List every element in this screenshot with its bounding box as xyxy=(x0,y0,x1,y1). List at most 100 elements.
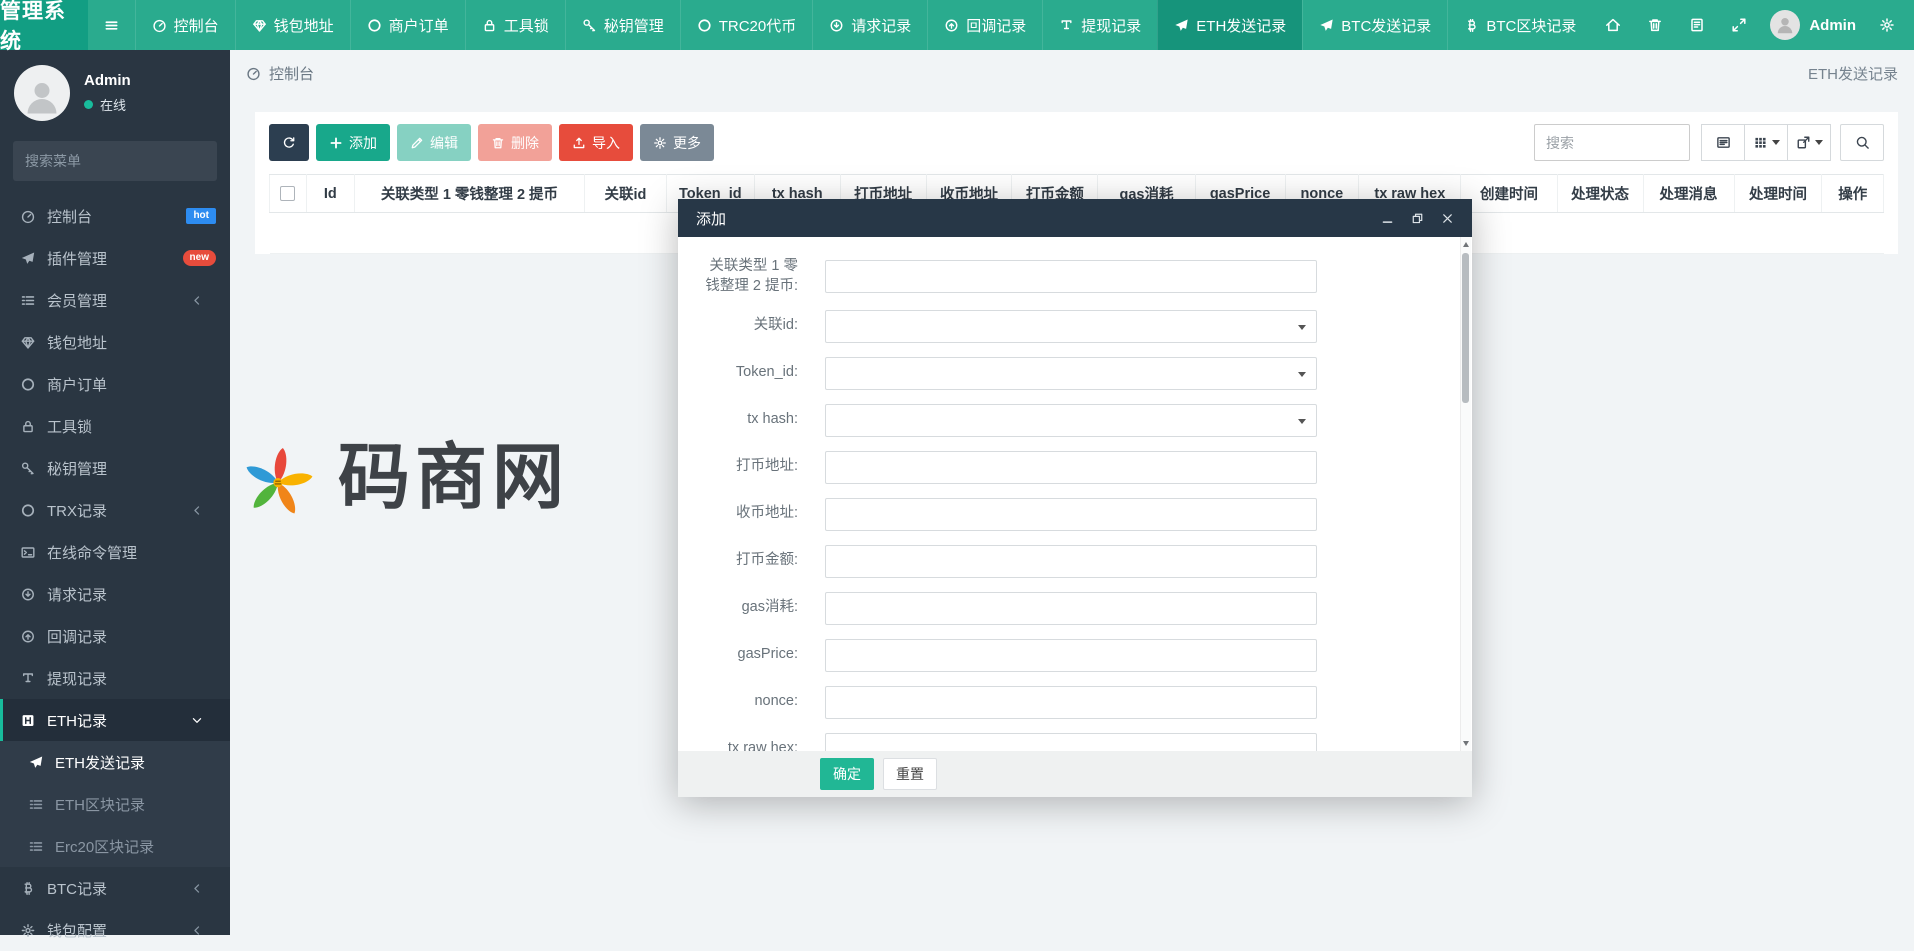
sidebar-item-BTC记录[interactable]: BTC记录 xyxy=(0,867,230,909)
sidebar-item-会员管理[interactable]: 会员管理 xyxy=(0,279,230,321)
input-gasPrice:[interactable] xyxy=(825,639,1317,672)
sidebar-item-ETH区块记录[interactable]: ETH区块记录 xyxy=(0,783,230,825)
settings-button[interactable] xyxy=(1866,17,1908,33)
sidebar-item-ETH发送记录[interactable]: ETH发送记录 xyxy=(0,741,230,783)
scroll-thumb[interactable] xyxy=(1462,253,1469,403)
close-icon[interactable] xyxy=(1441,212,1454,225)
columns-view-button[interactable] xyxy=(1744,124,1788,161)
nav-item-请求记录[interactable]: 请求记录 xyxy=(812,0,927,50)
select-Token_id:[interactable] xyxy=(825,357,1317,390)
sidebar-item-在线命令管理[interactable]: 在线命令管理 xyxy=(0,531,230,573)
table-search-input[interactable] xyxy=(1534,124,1690,161)
breadcrumb-label: 控制台 xyxy=(269,63,314,84)
sidebar-item-label: 商户订单 xyxy=(47,374,107,395)
sidebar-item-秘钥管理[interactable]: 秘钥管理 xyxy=(0,447,230,489)
toolbar-button-编辑[interactable]: 编辑 xyxy=(397,124,471,161)
nav-item-TRC20代币[interactable]: TRC20代币 xyxy=(680,0,813,50)
sidebar-item-ETH记录[interactable]: ETH记录 xyxy=(0,699,230,741)
nav-item-label: 提现记录 xyxy=(1081,15,1141,36)
toolbar-button-删除[interactable]: 删除 xyxy=(478,124,552,161)
minimize-icon[interactable] xyxy=(1381,212,1394,225)
input-关联类型 1 零钱整理 2 提币:[interactable] xyxy=(825,260,1317,293)
nav-item-工具锁[interactable]: 工具锁 xyxy=(465,0,565,50)
restore-icon[interactable] xyxy=(1411,212,1424,225)
log-button[interactable] xyxy=(1676,17,1718,33)
column-header-处理状态[interactable]: 处理状态 xyxy=(1557,175,1643,213)
nav-item-label: 工具锁 xyxy=(504,15,549,36)
sidebar-item-回调记录[interactable]: 回调记录 xyxy=(0,615,230,657)
watermark-text: 码商网 xyxy=(338,442,569,514)
input-tx raw hex:[interactable] xyxy=(825,733,1317,751)
search-view-button[interactable] xyxy=(1840,124,1884,161)
nav-item-商户订单[interactable]: 商户订单 xyxy=(350,0,465,50)
home-icon xyxy=(1605,17,1621,33)
sidebar-item-Erc20区块记录[interactable]: Erc20区块记录 xyxy=(0,825,230,867)
nav-item-控制台[interactable]: 控制台 xyxy=(135,0,235,50)
sidebar-user-status: 在线 xyxy=(100,95,126,114)
column-header-处理时间[interactable]: 处理时间 xyxy=(1734,175,1822,213)
sidebar-item-工具锁[interactable]: 工具锁 xyxy=(0,405,230,447)
sidebar-item-请求记录[interactable]: 请求记录 xyxy=(0,573,230,615)
sidebar-item-提现记录[interactable]: 提现记录 xyxy=(0,657,230,699)
avatar xyxy=(1770,10,1800,40)
sidebar-item-TRX记录[interactable]: TRX记录 xyxy=(0,489,230,531)
nav-item-秘钥管理[interactable]: 秘钥管理 xyxy=(565,0,680,50)
toolbar-button-更多[interactable]: 更多 xyxy=(640,124,714,161)
column-header-创建时间[interactable]: 创建时间 xyxy=(1461,175,1557,213)
input-nonce:[interactable] xyxy=(825,686,1317,719)
export-icon xyxy=(1796,135,1811,150)
nav-item-BTC发送记录[interactable]: BTC发送记录 xyxy=(1302,0,1447,50)
select-all-checkbox[interactable] xyxy=(280,186,295,201)
search-icon xyxy=(1855,135,1870,150)
sidebar-item-商户订单[interactable]: 商户订单 xyxy=(0,363,230,405)
plane-icon xyxy=(18,251,38,266)
nav-item-回调记录[interactable]: 回调记录 xyxy=(927,0,1042,50)
select-tx hash:[interactable] xyxy=(825,404,1317,437)
ok-button[interactable]: 确定 xyxy=(820,758,874,790)
dialog-scrollbar[interactable] xyxy=(1460,237,1471,751)
sidebar-item-控制台[interactable]: 控制台hot xyxy=(0,195,230,237)
user-menu[interactable]: Admin xyxy=(1760,10,1866,40)
column-header-处理消息[interactable]: 处理消息 xyxy=(1643,175,1734,213)
trash-button[interactable] xyxy=(1634,17,1676,33)
sidebar-item-label: 提现记录 xyxy=(47,668,107,689)
refresh-button[interactable] xyxy=(269,124,309,161)
export-view-button[interactable] xyxy=(1787,124,1831,161)
sidebar-search-input[interactable] xyxy=(25,153,206,169)
sidebar-item-钱包地址[interactable]: 钱包地址 xyxy=(0,321,230,363)
column-header-操作[interactable]: 操作 xyxy=(1822,175,1884,213)
gear-icon xyxy=(18,923,38,938)
sidebar-item-钱包配置[interactable]: 钱包配置 xyxy=(0,909,230,951)
nav-item-BTC区块记录[interactable]: BTC区块记录 xyxy=(1447,0,1592,50)
column-header-关联id[interactable]: 关联id xyxy=(585,175,667,213)
column-header-Id[interactable]: Id xyxy=(306,175,354,213)
input-gas消耗:[interactable] xyxy=(825,592,1317,625)
input-打币地址:[interactable] xyxy=(825,451,1317,484)
dialog-titlebar[interactable]: 添加 xyxy=(678,199,1472,237)
input-收币地址:[interactable] xyxy=(825,498,1317,531)
scroll-down-icon[interactable] xyxy=(1463,741,1469,746)
reset-button[interactable]: 重置 xyxy=(883,758,937,790)
home-button[interactable] xyxy=(1592,17,1634,33)
sidebar-item-label: 回调记录 xyxy=(47,626,107,647)
scroll-up-icon[interactable] xyxy=(1463,242,1469,247)
input-打币金额:[interactable] xyxy=(825,545,1317,578)
detail-view-button[interactable] xyxy=(1701,124,1745,161)
nav-item-提现记录[interactable]: 提现记录 xyxy=(1042,0,1157,50)
toolbar-button-导入[interactable]: 导入 xyxy=(559,124,633,161)
badge-hot: hot xyxy=(186,208,216,224)
expand-button[interactable] xyxy=(1718,17,1760,33)
column-header-关联类型 1 零钱整理 2 提币[interactable]: 关联类型 1 零钱整理 2 提币 xyxy=(354,175,584,213)
nav-item-menu-toggle[interactable] xyxy=(88,0,135,50)
chev-left-icon xyxy=(187,295,207,306)
sidebar-item-label: 插件管理 xyxy=(47,248,107,269)
nav-item-钱包地址[interactable]: 钱包地址 xyxy=(235,0,350,50)
list-icon xyxy=(26,839,46,854)
toolbar-button-添加[interactable]: 添加 xyxy=(316,124,390,161)
nav-item-ETH发送记录[interactable]: ETH发送记录 xyxy=(1157,0,1302,50)
badge-new: new xyxy=(183,250,216,266)
sidebar-item-插件管理[interactable]: 插件管理 new xyxy=(0,237,230,279)
up-circle-icon xyxy=(944,18,959,33)
terminal-icon xyxy=(18,545,38,560)
select-关联id:[interactable] xyxy=(825,310,1317,343)
